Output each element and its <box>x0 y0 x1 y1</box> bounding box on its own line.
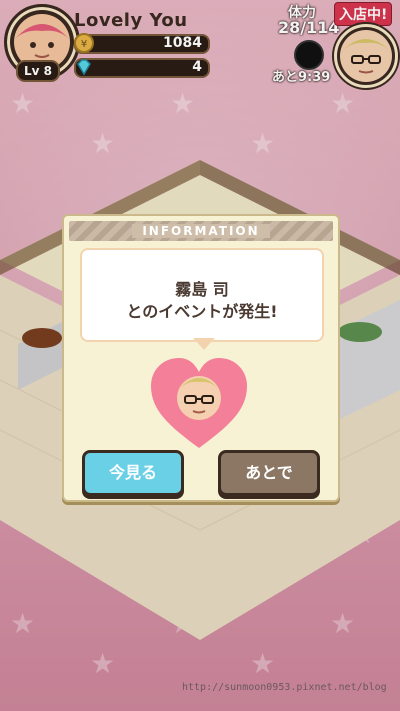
character-name: 霧島 司 <box>175 280 229 299</box>
dialog-title: INFORMATION <box>132 224 270 238</box>
dialog-title-bar: INFORMATION <box>69 221 333 241</box>
bubble-tail <box>193 338 215 350</box>
heart-icon <box>151 358 247 448</box>
view-now-button[interactable]: 今見る <box>82 450 184 496</box>
later-button[interactable]: あとで <box>218 450 320 496</box>
watermark: http://sunmoon0953.pixnet.net/blog <box>182 682 387 693</box>
event-message: とのイベントが発生! <box>126 302 278 321</box>
information-dialog: INFORMATION 霧島 司 とのイベントが発生! 今見る あとで <box>62 214 340 502</box>
message-bubble: 霧島 司 とのイベントが発生! <box>80 248 324 348</box>
